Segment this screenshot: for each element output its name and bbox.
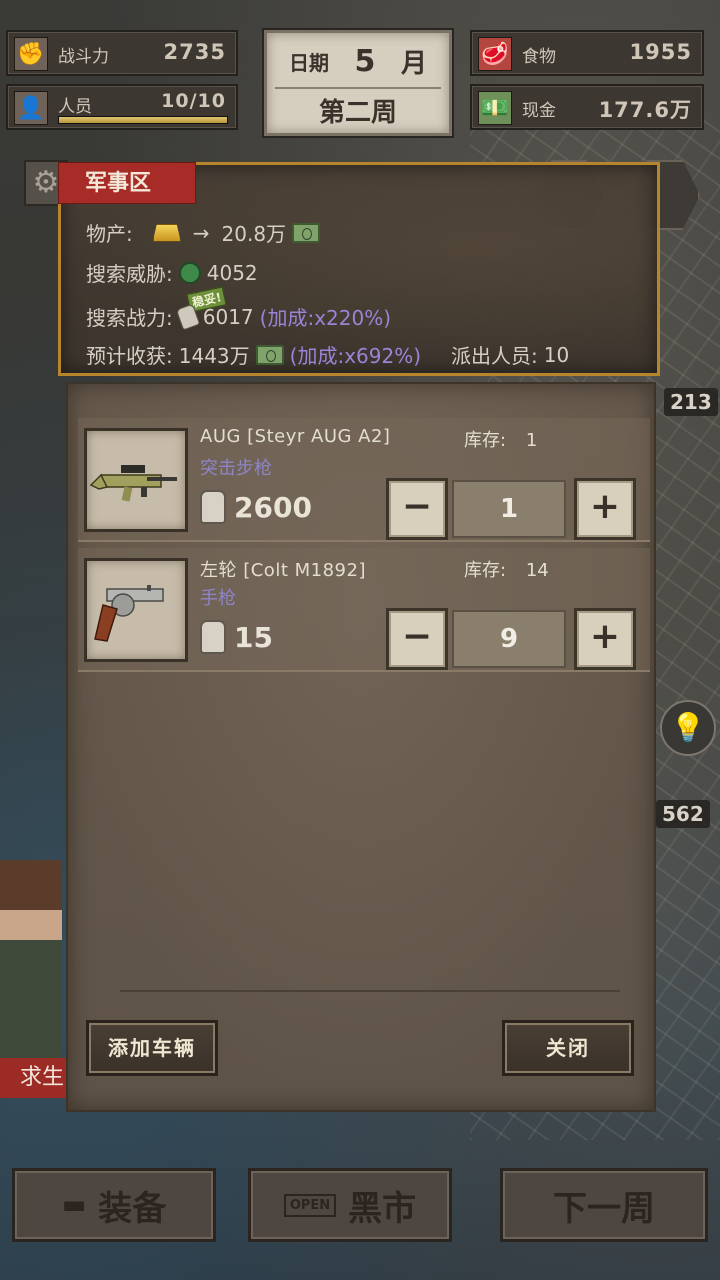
power-value: 2600 bbox=[234, 490, 312, 524]
staff-progress-fill bbox=[59, 117, 227, 123]
stock-value: 1 bbox=[525, 430, 538, 451]
survive-label[interactable]: 求生 bbox=[0, 1058, 66, 1098]
cash-label: 现金 bbox=[522, 101, 556, 121]
next-week-label: 下一周 bbox=[553, 1188, 655, 1229]
weapon-row-revolver: 左轮 [Colt M1892] 手枪 库存: 14 15 − 9 + bbox=[78, 548, 650, 672]
weapon-power: 15 bbox=[200, 620, 273, 654]
food-box: 🥩 食物 1955 bbox=[470, 30, 704, 76]
open-sign-icon: OPEN bbox=[283, 1193, 337, 1217]
weapon-stock: 库存: 14 bbox=[464, 556, 549, 582]
stock-label: 库存: bbox=[464, 560, 507, 581]
harvest-bonus: (加成:x692%) bbox=[289, 344, 422, 368]
staff-label: 人员 bbox=[58, 97, 92, 117]
food-label: 食物 bbox=[522, 47, 556, 67]
equip-button[interactable]: ▬ 装备 bbox=[12, 1168, 216, 1242]
threat-line: 搜索威胁: 4052 bbox=[86, 258, 258, 287]
decrease-quantity-button[interactable]: − bbox=[386, 478, 448, 540]
stock-value: 14 bbox=[525, 560, 549, 581]
fist-icon bbox=[175, 303, 200, 330]
date-label: 日期 bbox=[289, 50, 329, 75]
power-line: 搜索战力: 6017 (加成:x220%) bbox=[86, 302, 391, 331]
lightbulb-icon[interactable]: 💡 bbox=[660, 700, 716, 756]
survivor-avatar[interactable] bbox=[0, 860, 62, 1060]
threat-value: 4052 bbox=[206, 260, 258, 285]
weapon-type: 突击步枪 bbox=[200, 458, 272, 479]
weapon-power: 2600 bbox=[200, 490, 312, 524]
cash-icon bbox=[292, 222, 321, 243]
quantity-field[interactable]: 9 bbox=[452, 610, 566, 668]
harvest-label: 预计收获: bbox=[86, 344, 173, 368]
increase-quantity-button[interactable]: + bbox=[574, 478, 636, 540]
fist-icon bbox=[200, 620, 226, 654]
cash-value: 177.6万 bbox=[598, 98, 692, 122]
close-button[interactable]: 关闭 bbox=[502, 1020, 634, 1076]
month-unit: 月 bbox=[400, 48, 427, 79]
revolver-image bbox=[84, 558, 188, 662]
resources-value: 20.8万 bbox=[221, 222, 287, 246]
month-number: 5 bbox=[354, 43, 376, 79]
rifle-icon: ▬ bbox=[61, 1190, 87, 1220]
stock-label: 库存: bbox=[464, 430, 507, 451]
power-value: 15 bbox=[234, 620, 273, 654]
next-week-button[interactable]: 下一周 bbox=[500, 1168, 708, 1242]
staff-value: 10/10 bbox=[161, 90, 226, 112]
increase-quantity-button[interactable]: + bbox=[574, 608, 636, 670]
power-value: 6017 bbox=[202, 304, 254, 329]
black-market-button[interactable]: OPEN 黑市 bbox=[248, 1168, 452, 1242]
fist-icon bbox=[200, 490, 226, 524]
map-location-tag[interactable]: 213 bbox=[664, 388, 718, 416]
black-market-label: 黑市 bbox=[348, 1188, 417, 1229]
food-value: 1955 bbox=[629, 40, 692, 64]
fist-icon: ✊ bbox=[14, 37, 48, 71]
dispatch-label: 派出人员: bbox=[451, 344, 538, 368]
aug-rifle-image bbox=[84, 428, 188, 532]
combat-power-box: ✊ 战斗力 2735 bbox=[6, 30, 238, 76]
meat-icon: 🥩 bbox=[478, 37, 512, 71]
person-icon: 👤 bbox=[14, 91, 48, 125]
staff-progress-bar bbox=[58, 116, 228, 124]
threat-label: 搜索威胁: bbox=[86, 262, 173, 286]
staff-box: 👤 人员 10/10 bbox=[6, 84, 238, 130]
weapon-name: AUG [Steyr AUG A2] bbox=[200, 426, 391, 447]
zone-title: 军事区 bbox=[58, 162, 196, 204]
power-bonus: (加成:x220%) bbox=[259, 306, 392, 330]
map-location-tag[interactable]: 562 bbox=[656, 800, 710, 828]
combat-power-value: 2735 bbox=[163, 40, 226, 64]
resources-line: 物产: → 20.8万 bbox=[86, 218, 321, 247]
combat-power-label: 战斗力 bbox=[58, 47, 109, 67]
date-divider bbox=[275, 87, 441, 89]
quantity-field[interactable]: 1 bbox=[452, 480, 566, 538]
date-panel: 日期 5 月 第二周 bbox=[264, 30, 452, 136]
weapon-stock: 库存: 1 bbox=[464, 426, 537, 452]
add-vehicle-button[interactable]: 添加车辆 bbox=[86, 1020, 218, 1076]
arrow-right-icon: → bbox=[192, 220, 210, 245]
cash-icon bbox=[255, 344, 284, 365]
cash-icon: 💵 bbox=[478, 91, 512, 125]
harvest-line: 预计收获: 1443万 (加成:x692%) 派出人员: 10 bbox=[86, 340, 569, 369]
dispatch-value: 10 bbox=[543, 342, 570, 367]
week-label: 第二周 bbox=[318, 98, 397, 128]
resources-label: 物产: bbox=[86, 222, 133, 246]
weapon-name: 左轮 [Colt M1892] bbox=[200, 560, 366, 581]
gold-bar-icon bbox=[152, 223, 181, 242]
zombie-threat-icon bbox=[178, 261, 201, 284]
weapon-row-aug: AUG [Steyr AUG A2] 突击步枪 库存: 1 2600 − 1 + bbox=[78, 418, 650, 542]
weapon-type: 手枪 bbox=[200, 588, 236, 609]
decrease-quantity-button[interactable]: − bbox=[386, 608, 448, 670]
cash-box: 💵 现金 177.6万 bbox=[470, 84, 704, 130]
panel-divider bbox=[120, 990, 620, 992]
power-label: 搜索战力: bbox=[86, 306, 173, 330]
equip-label: 装备 bbox=[98, 1188, 167, 1229]
harvest-value: 1443万 bbox=[178, 344, 250, 368]
